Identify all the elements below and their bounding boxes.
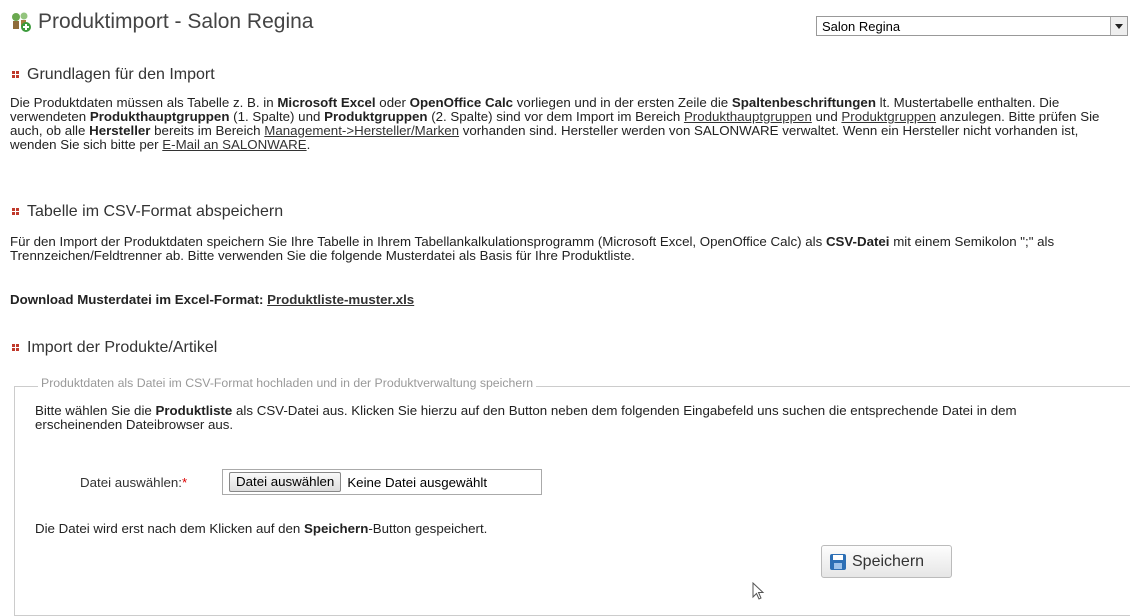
section-title-text: Import der Produkte/Artikel	[27, 339, 218, 356]
link-produktgruppen[interactable]: Produktgruppen	[841, 109, 936, 124]
section-title-import: Import der Produkte/Artikel	[12, 339, 217, 357]
save-button[interactable]: Speichern	[821, 545, 952, 578]
section-bullet-icon	[12, 71, 20, 79]
grundlagen-text: Die Produktdaten müssen als Tabelle z. B…	[10, 95, 1100, 152]
save-note: Die Datei wird erst nach dem Klicken auf…	[35, 521, 488, 536]
save-disk-icon	[830, 553, 846, 570]
section-title-text: Grundlagen für den Import	[27, 66, 215, 83]
mouse-cursor-icon	[752, 582, 765, 600]
csv-text: Für den Import der Produktdaten speicher…	[10, 234, 1055, 263]
import-instructions: Bitte wählen Sie die Produktliste als CS…	[35, 403, 1017, 432]
app-logo-icon	[12, 12, 31, 32]
section-bullet-icon	[12, 208, 20, 216]
file-input[interactable]: Datei auswählen Keine Datei ausgewählt	[222, 469, 542, 495]
dropdown-arrow-icon[interactable]	[1110, 17, 1127, 35]
link-produkthauptgruppen[interactable]: Produkthauptgruppen	[684, 109, 812, 124]
required-mark: *	[182, 475, 188, 490]
section-title-csv: Tabelle im CSV-Format abspeichern	[12, 203, 283, 221]
save-button-label: Speichern	[852, 552, 925, 570]
file-label: Datei auswählen:*	[80, 475, 188, 490]
page-title: Produktimport - Salon Regina	[38, 10, 314, 33]
download-muster-link[interactable]: Produktliste-muster.xls	[267, 292, 414, 307]
link-hersteller-marken[interactable]: Management->Hersteller/Marken	[264, 123, 459, 138]
salon-select[interactable]: Salon Regina	[816, 16, 1128, 36]
page-header: Produktimport - Salon Regina	[10, 6, 313, 38]
download-line: Download Musterdatei im Excel-Format: Pr…	[10, 292, 415, 307]
file-choose-button[interactable]: Datei auswählen	[229, 472, 342, 492]
upload-legend: Produktdaten als Datei im CSV-Format hoc…	[38, 376, 537, 390]
link-email-salonware[interactable]: E-Mail an SALONWARE	[162, 137, 306, 152]
section-title-text: Tabelle im CSV-Format abspeichern	[27, 203, 284, 220]
salon-select-value: Salon Regina	[822, 19, 901, 34]
section-bullet-icon	[12, 344, 20, 352]
section-title-grundlagen: Grundlagen für den Import	[12, 66, 215, 84]
file-status: Keine Datei ausgewählt	[347, 474, 488, 490]
